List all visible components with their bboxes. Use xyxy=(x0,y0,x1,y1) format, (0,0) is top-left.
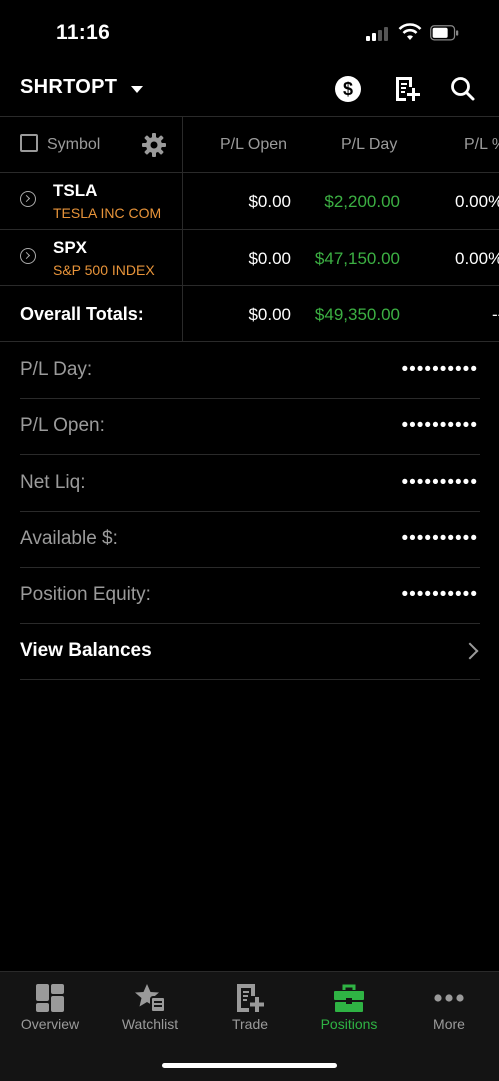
symbol: SPX xyxy=(53,238,88,257)
totals-label: Overall Totals: xyxy=(20,304,144,324)
column-header-pl-open[interactable]: P/L Open xyxy=(220,136,287,154)
balance-label: Available $: xyxy=(20,528,118,549)
symbol-description: TESLA INC COM xyxy=(53,205,162,221)
balance-label: Position Equity: xyxy=(20,584,151,605)
tab-label: More xyxy=(433,1016,465,1032)
balance-label: P/L Open: xyxy=(20,415,105,436)
app-header: SHRTOPT $ xyxy=(0,66,499,116)
tab-label: Trade xyxy=(231,1016,269,1032)
positions-table-header: Symbol P/L Open P/L Day P/L % xyxy=(0,117,499,172)
balance-row-pl-day: P/L Day: •••••••••• xyxy=(20,342,480,399)
trade-icon[interactable] xyxy=(234,982,266,1014)
home-indicator xyxy=(162,1063,337,1068)
tab-label: Positions xyxy=(320,1016,378,1032)
tab-overview[interactable]: Overview xyxy=(0,972,100,1042)
totals-row: Overall Totals: $0.00 $49,350.00 -- xyxy=(0,286,499,342)
totals-pl-day: $49,350.00 xyxy=(314,305,400,324)
status-bar: 11:16 xyxy=(0,0,499,66)
pl-open-value: $0.00 xyxy=(248,249,291,268)
battery-icon xyxy=(430,25,459,41)
column-header-symbol[interactable]: Symbol xyxy=(47,136,100,154)
expand-chevron-icon[interactable] xyxy=(20,191,36,207)
watchlist-icon[interactable] xyxy=(134,982,166,1014)
totals-pl-pct: -- xyxy=(492,305,499,324)
symbol: TSLA xyxy=(53,181,98,200)
tab-positions[interactable]: Positions xyxy=(299,972,399,1042)
masked-value: •••••••••• xyxy=(401,528,478,549)
balance-row-pl-open: P/L Open: •••••••••• xyxy=(20,398,480,455)
balance-row-net-liq: Net Liq: •••••••••• xyxy=(20,455,480,512)
expand-chevron-icon[interactable] xyxy=(20,248,36,264)
dollar-circle-icon[interactable]: $ xyxy=(333,74,363,104)
view-balances-row[interactable]: View Balances xyxy=(20,623,480,680)
pl-open-value: $0.00 xyxy=(248,192,291,211)
tab-more[interactable]: More xyxy=(399,972,499,1042)
select-all-checkbox[interactable] xyxy=(20,134,38,152)
tab-trade[interactable]: Trade xyxy=(200,972,300,1042)
tab-watchlist[interactable]: Watchlist xyxy=(100,972,200,1042)
pl-day-value: $47,150.00 xyxy=(314,249,400,268)
more-dots-icon[interactable] xyxy=(433,982,465,1014)
column-divider xyxy=(182,117,183,341)
pl-day-value: $2,200.00 xyxy=(324,192,400,211)
briefcase-icon[interactable] xyxy=(333,982,365,1014)
balance-row-position-equity: Position Equity: •••••••••• xyxy=(20,567,480,624)
tab-label: Watchlist xyxy=(121,1016,179,1032)
chevron-right-icon[interactable] xyxy=(461,642,479,660)
status-time: 11:16 xyxy=(56,21,111,44)
symbol-description: S&P 500 INDEX xyxy=(53,262,155,278)
position-row[interactable]: TSLA TESLA INC COM $0.00 $2,200.00 0.00% xyxy=(0,173,499,229)
overview-icon[interactable] xyxy=(34,982,66,1014)
masked-value: •••••••••• xyxy=(401,472,478,493)
balance-row-available: Available $: •••••••••• xyxy=(20,511,480,568)
masked-value: •••••••••• xyxy=(401,359,478,380)
position-row[interactable]: SPX S&P 500 INDEX $0.00 $47,150.00 0.00% xyxy=(0,230,499,286)
view-balances-label[interactable]: View Balances xyxy=(20,640,152,662)
balance-label: Net Liq: xyxy=(20,472,86,493)
search-icon[interactable] xyxy=(448,74,478,104)
masked-value: •••••••••• xyxy=(401,415,478,436)
pl-pct-value: 0.00% xyxy=(455,249,499,268)
balance-label: P/L Day: xyxy=(20,359,93,380)
note-add-icon[interactable] xyxy=(392,74,422,104)
column-header-pl-day[interactable]: P/L Day xyxy=(341,136,397,154)
svg-text:$: $ xyxy=(343,79,353,99)
tab-label: Overview xyxy=(20,1016,80,1032)
signal-icon xyxy=(366,26,390,41)
totals-pl-open: $0.00 xyxy=(248,305,291,324)
wifi-icon xyxy=(398,23,422,40)
account-selector[interactable]: SHRTOPT xyxy=(20,76,117,99)
masked-value: •••••••••• xyxy=(401,584,478,605)
gear-icon[interactable] xyxy=(140,131,168,159)
column-header-pl-pct[interactable]: P/L % xyxy=(464,136,499,154)
caret-down-icon[interactable] xyxy=(131,86,143,93)
pl-pct-value: 0.00% xyxy=(455,192,499,211)
